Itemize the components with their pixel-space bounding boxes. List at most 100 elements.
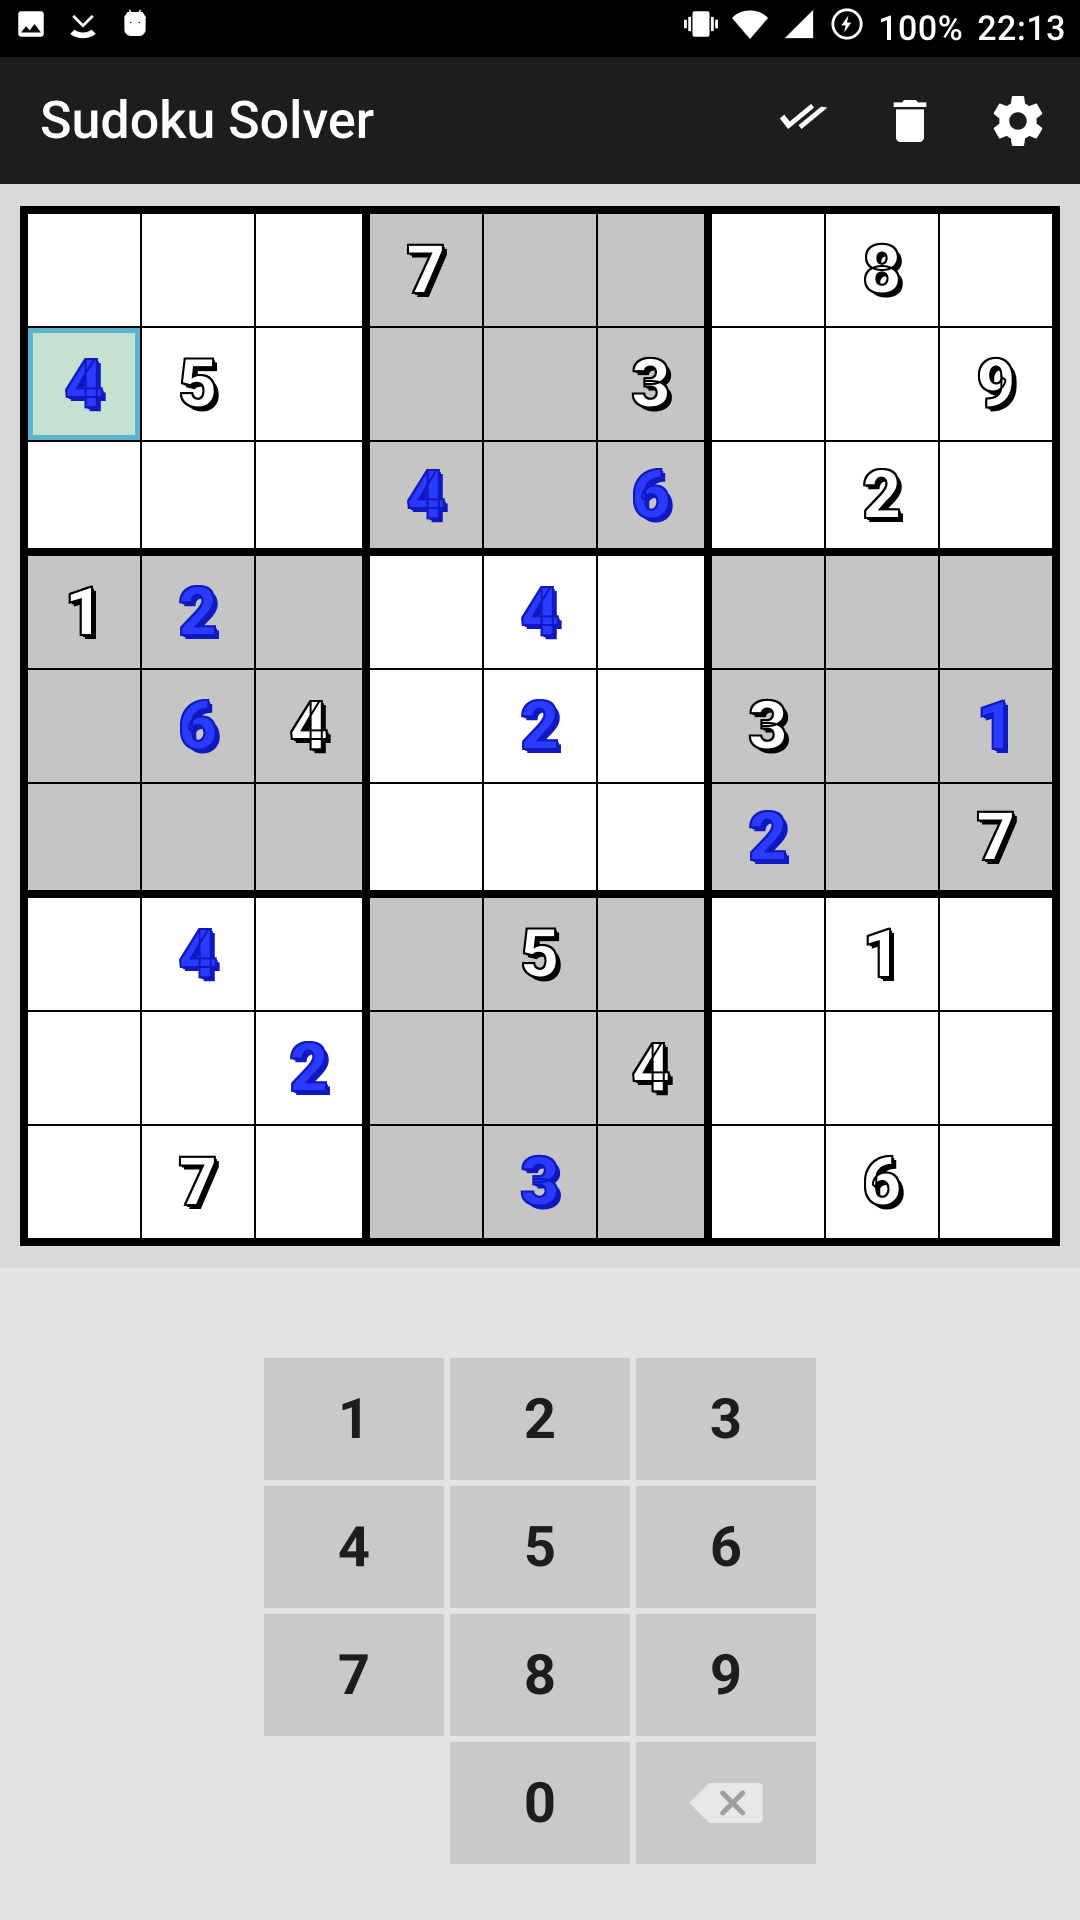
cell-8-8[interactable] [940,1126,1052,1238]
cell-1-0[interactable]: 4 [28,328,140,440]
cell-7-0[interactable] [28,1012,140,1124]
cell-digit: 9 [976,344,1015,424]
cell-digit: 4 [520,572,559,652]
cell-6-7[interactable]: 1 [826,898,938,1010]
cell-5-6[interactable]: 2 [712,784,824,896]
cell-1-1[interactable]: 5 [142,328,254,440]
cell-3-4[interactable]: 4 [484,556,596,668]
keypad-0[interactable]: 0 [450,1742,630,1864]
keypad-9[interactable]: 9 [636,1614,816,1736]
cell-1-8[interactable]: 9 [940,328,1052,440]
cell-digit: 7 [976,797,1015,877]
cell-2-8[interactable] [940,442,1052,554]
cell-6-8[interactable] [940,898,1052,1010]
cell-3-8[interactable] [940,556,1052,668]
clear-button[interactable] [878,89,942,153]
cell-7-4[interactable] [484,1012,596,1124]
cell-7-2[interactable]: 2 [256,1012,368,1124]
cell-2-5[interactable]: 6 [598,442,710,554]
cell-5-5[interactable] [598,784,710,896]
cell-8-2[interactable] [256,1126,368,1238]
cell-4-7[interactable] [826,670,938,782]
keypad-5[interactable]: 5 [450,1486,630,1608]
cell-8-7[interactable]: 6 [826,1126,938,1238]
keypad-7[interactable]: 7 [264,1614,444,1736]
cell-4-4[interactable]: 2 [484,670,596,782]
keypad-4[interactable]: 4 [264,1486,444,1608]
cell-7-3[interactable] [370,1012,482,1124]
cell-2-7[interactable]: 2 [826,442,938,554]
cell-5-0[interactable] [28,784,140,896]
cell-5-8[interactable]: 7 [940,784,1052,896]
cell-1-7[interactable] [826,328,938,440]
cell-0-6[interactable] [712,214,824,326]
solve-all-button[interactable] [770,89,834,153]
cell-2-0[interactable] [28,442,140,554]
cell-3-6[interactable] [712,556,824,668]
board-container: 784539462124642312745124736 [0,184,1080,1268]
keypad-2[interactable]: 2 [450,1358,630,1480]
cell-3-3[interactable] [370,556,482,668]
cell-2-6[interactable] [712,442,824,554]
cell-0-0[interactable] [28,214,140,326]
cell-7-5[interactable]: 4 [598,1012,710,1124]
cell-3-1[interactable]: 2 [142,556,254,668]
cell-6-1[interactable]: 4 [142,898,254,1010]
cell-6-6[interactable] [712,898,824,1010]
cell-2-3[interactable]: 4 [370,442,482,554]
cell-5-2[interactable] [256,784,368,896]
cell-6-4[interactable]: 5 [484,898,596,1010]
cell-4-8[interactable]: 1 [940,670,1052,782]
cell-8-5[interactable] [598,1126,710,1238]
keypad-1[interactable]: 1 [264,1358,444,1480]
cell-8-3[interactable] [370,1126,482,1238]
cell-3-5[interactable] [598,556,710,668]
cell-7-8[interactable] [940,1012,1052,1124]
cell-6-3[interactable] [370,898,482,1010]
keypad-3[interactable]: 3 [636,1358,816,1480]
cell-3-7[interactable] [826,556,938,668]
cell-0-5[interactable] [598,214,710,326]
cell-1-4[interactable] [484,328,596,440]
cell-7-7[interactable] [826,1012,938,1124]
cell-4-3[interactable] [370,670,482,782]
cell-0-7[interactable]: 8 [826,214,938,326]
cell-0-3[interactable]: 7 [370,214,482,326]
cell-1-5[interactable]: 3 [598,328,710,440]
cell-4-0[interactable] [28,670,140,782]
cell-2-1[interactable] [142,442,254,554]
cell-4-1[interactable]: 6 [142,670,254,782]
gear-icon [988,91,1048,151]
cell-5-3[interactable] [370,784,482,896]
cell-0-8[interactable] [940,214,1052,326]
cell-4-6[interactable]: 3 [712,670,824,782]
cell-8-0[interactable] [28,1126,140,1238]
cell-0-4[interactable] [484,214,596,326]
cell-5-1[interactable] [142,784,254,896]
cell-7-6[interactable] [712,1012,824,1124]
cell-8-4[interactable]: 3 [484,1126,596,1238]
cell-3-2[interactable] [256,556,368,668]
cell-2-2[interactable] [256,442,368,554]
cell-3-0[interactable]: 1 [28,556,140,668]
keypad-6[interactable]: 6 [636,1486,816,1608]
cell-4-2[interactable]: 4 [256,670,368,782]
cell-8-1[interactable]: 7 [142,1126,254,1238]
cell-1-3[interactable] [370,328,482,440]
cell-0-2[interactable] [256,214,368,326]
cell-6-2[interactable] [256,898,368,1010]
cell-4-5[interactable] [598,670,710,782]
cell-1-6[interactable] [712,328,824,440]
settings-button[interactable] [986,89,1050,153]
cell-5-4[interactable] [484,784,596,896]
cell-0-1[interactable] [142,214,254,326]
cell-1-2[interactable] [256,328,368,440]
cell-6-5[interactable] [598,898,710,1010]
cell-8-6[interactable] [712,1126,824,1238]
keypad-8[interactable]: 8 [450,1614,630,1736]
keypad-backspace[interactable] [636,1742,816,1864]
cell-2-4[interactable] [484,442,596,554]
cell-6-0[interactable] [28,898,140,1010]
cell-5-7[interactable] [826,784,938,896]
cell-7-1[interactable] [142,1012,254,1124]
